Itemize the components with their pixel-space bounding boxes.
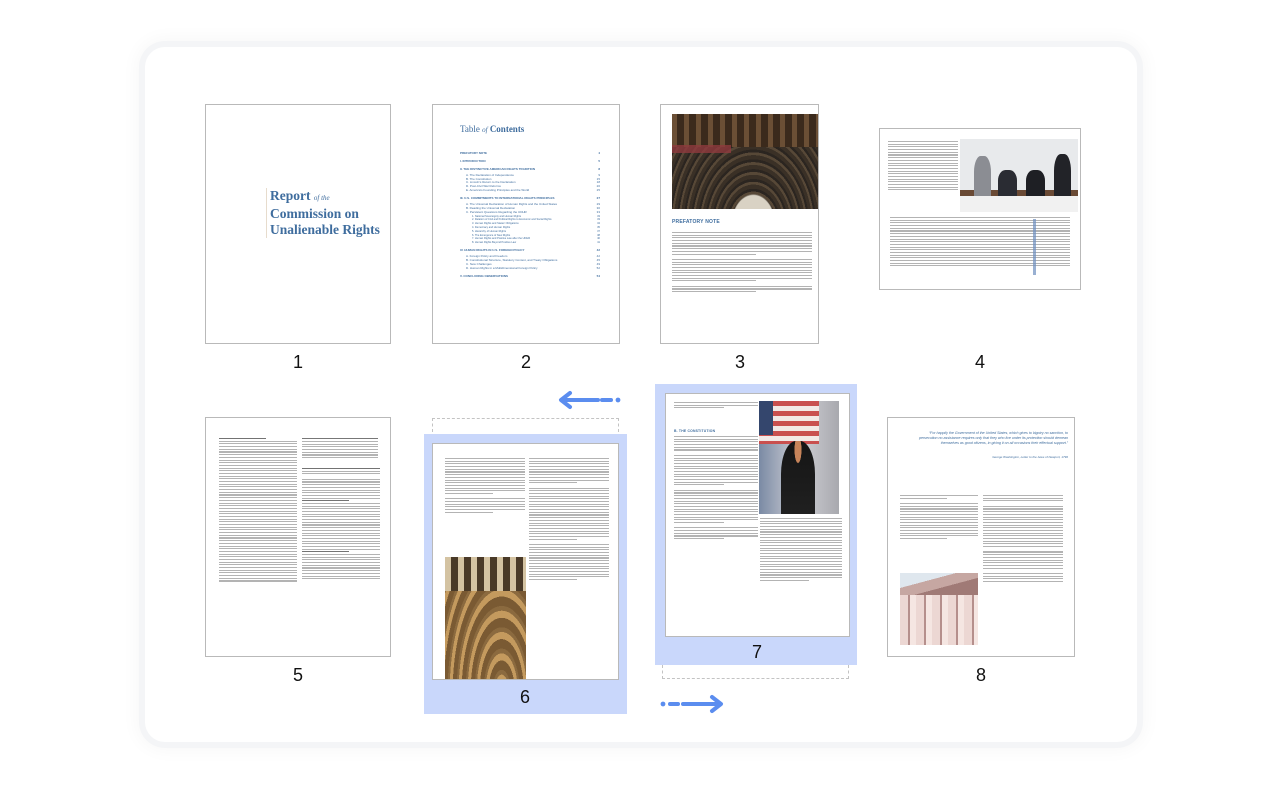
body-text-right-column [760, 518, 842, 583]
page-thumbnail-8[interactable]: “For happily the Government of the Unite… [887, 417, 1075, 657]
toc-entry: I. INTRODUCTION 5 [460, 160, 600, 164]
toc-entry-label: II. THE DISTINCTIVE AMERICAN RIGHTS TRAD… [460, 168, 536, 172]
toc-entry: 8. Human Rights Beyond Positive Law 41 [460, 241, 600, 245]
body-text-left-column [445, 458, 525, 514]
rotated-text-column [888, 141, 958, 192]
toc-entry-page: 8 [598, 168, 600, 172]
toc-entry: IV. HUMAN RIGHTS IN U.S. FOREIGN POLICY 4… [460, 249, 600, 253]
page-tile-2[interactable]: Table of Contents PREFATORY NOTE 4 I. INTR… [432, 104, 620, 374]
page-number-6: 6 [519, 687, 530, 707]
toc-title: Table of Contents [460, 124, 525, 134]
toc-list: PREFATORY NOTE 4 I. INTRODUCTION 5 II. THE D… [460, 147, 600, 281]
page-tile-4[interactable]: 4 [879, 104, 1081, 374]
quote-attribution: George Washington, Letter to the Jews of… [992, 455, 1068, 459]
signing-ceremony-photo [960, 139, 1078, 212]
toc-entry: III. U.S. COMMITMENTS TO INTERNATIONAL R… [460, 197, 600, 201]
toc-entry-page: 41 [597, 241, 600, 245]
body-text-right-column [302, 468, 380, 581]
prefatory-note-heading: PREFATORY NOTE [672, 219, 720, 225]
body-text-left-column [219, 438, 297, 583]
page-number-5: 5 [292, 665, 303, 685]
toc-entry: PREFATORY NOTE 4 [460, 152, 600, 156]
page-tile-8[interactable]: “For happily the Government of the Unite… [887, 417, 1075, 687]
arrow-right-icon [660, 695, 723, 713]
rotated-text-column [890, 217, 1070, 268]
toc-entry-page: 5 [598, 159, 600, 163]
body-text-left-column [674, 436, 758, 541]
rotated-section-heading [1033, 219, 1036, 275]
drop-target-indicator [432, 418, 619, 432]
page-thumbnail-1[interactable]: Report of the Commission on Unalienable … [205, 104, 391, 344]
page-tile-6-selected[interactable]: 6 [424, 434, 627, 714]
constitution-heading: B. THE CONSTITUTION [674, 429, 716, 433]
page-tile-5[interactable]: 5 [205, 417, 391, 687]
arrow-left-icon [559, 391, 621, 409]
toc-entry: II. THE DISTINCTIVE AMERICAN RIGHTS TRAD… [460, 168, 600, 172]
toc-entry: V. CONCLUDING OBSERVATIONS 54 [460, 275, 600, 279]
data-table [302, 438, 378, 460]
toc-entry-page: 25 [596, 189, 600, 193]
body-text [672, 232, 812, 294]
cover-title: Report of the Commission on Unalienable … [266, 188, 380, 238]
columns-photo [900, 573, 978, 645]
toc-entry-page: 52 [596, 266, 600, 270]
toc-entry-page: 27 [596, 197, 600, 201]
parliament-chamber-photo [672, 114, 818, 209]
toc-entry-page: 4 [598, 151, 600, 155]
page-tile-7-selected[interactable]: B. THE CONSTITUTION 7 [655, 384, 857, 665]
toc-entry-label: I. INTRODUCTION [460, 159, 486, 163]
page-thumbnail-7[interactable]: B. THE CONSTITUTION [665, 393, 850, 637]
drop-target-indicator [662, 665, 849, 679]
toc-entry-page: 54 [596, 274, 600, 278]
page-thumbnail-6[interactable] [432, 443, 619, 680]
body-text-intro [674, 402, 758, 410]
street-flag-photo [759, 401, 839, 514]
toc-entry: D. Human Rights in a Multidimensional Fo… [460, 267, 600, 271]
page-number-7: 7 [751, 642, 762, 662]
toc-entry-label: 8. Human Rights Beyond Positive Law [472, 241, 517, 245]
toc-entry: E. America's Founding Principles and the… [460, 189, 600, 193]
page-thumbnail-3[interactable]: PREFATORY NOTE [660, 104, 819, 344]
page-tile-1[interactable]: Report of the Commission on Unalienable … [205, 104, 391, 374]
page-number-4: 4 [974, 352, 985, 372]
legislative-chamber-photo [445, 557, 526, 679]
page-number-3: 3 [734, 352, 745, 372]
page-number-1: 1 [292, 352, 303, 372]
body-text-left-column [900, 495, 978, 541]
page-number-2: 2 [520, 352, 531, 372]
body-text-right-column [529, 458, 609, 582]
page-organizer-panel: Report of the Commission on Unalienable … [145, 47, 1137, 742]
toc-entry-label: IV. HUMAN RIGHTS IN U.S. FOREIGN POLICY [460, 249, 525, 253]
body-text-right-column [983, 495, 1063, 584]
toc-entry-label: E. America's Founding Principles and the… [466, 189, 530, 193]
toc-entry-label: D. Human Rights in a Multidimensional Fo… [466, 266, 538, 270]
toc-entry-page: 42 [596, 249, 600, 253]
quote-text: “For happily the Government of the Unite… [918, 431, 1068, 445]
page-tile-3[interactable]: PREFATORY NOTE 3 [660, 104, 819, 374]
page-number-8: 8 [975, 665, 986, 685]
toc-entry-label: PREFATORY NOTE [460, 151, 488, 155]
toc-entry-label: III. U.S. COMMITMENTS TO INTERNATIONAL R… [460, 197, 555, 201]
page-thumbnail-2[interactable]: Table of Contents PREFATORY NOTE 4 I. INTR… [432, 104, 620, 344]
toc-entry-label: V. CONCLUDING OBSERVATIONS [460, 274, 509, 278]
page-thumbnail-5[interactable] [205, 417, 391, 657]
page-thumbnail-4[interactable] [879, 128, 1081, 290]
